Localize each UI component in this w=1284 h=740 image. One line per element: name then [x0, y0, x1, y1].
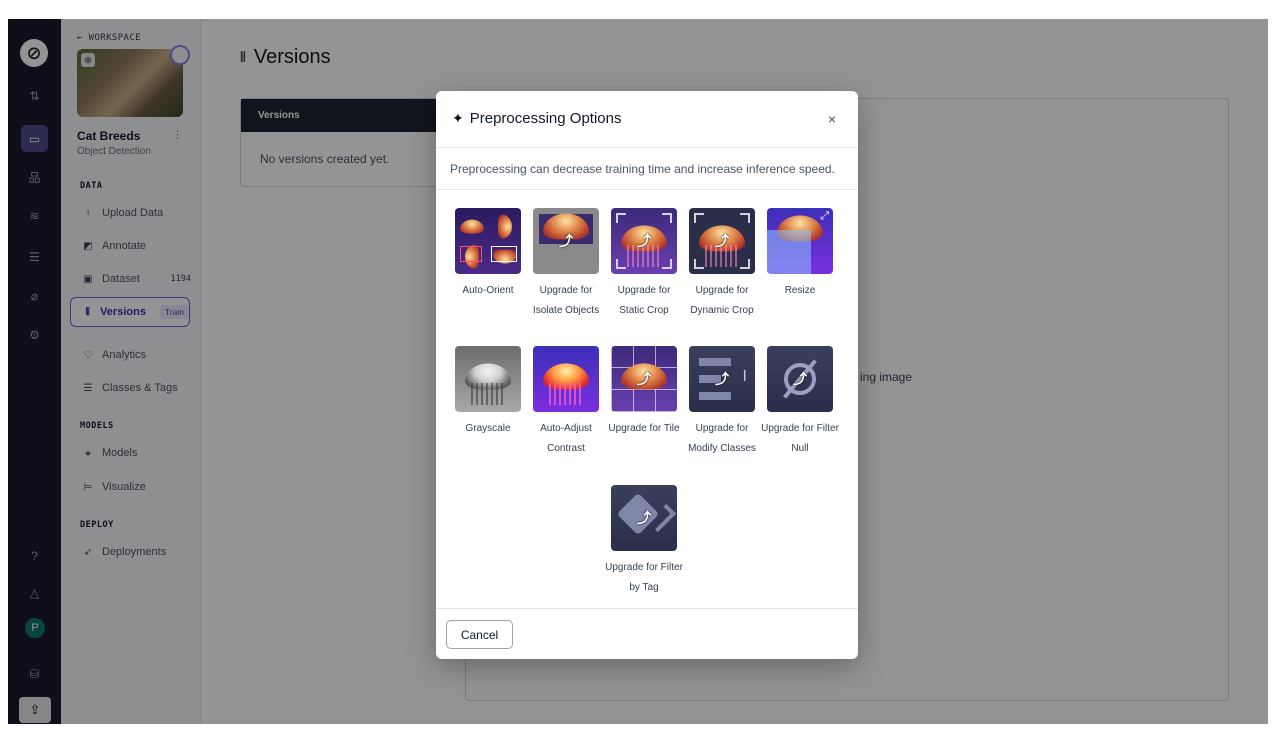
- option-modify-classes[interactable]: I ⤴ Upgrade for Modify Classes: [683, 346, 761, 459]
- tile-thumbnail: ⤴: [611, 346, 677, 412]
- option-label: Upgrade for Isolate Objects: [532, 285, 600, 316]
- crop-corner: [616, 213, 626, 223]
- option-filter-null[interactable]: ⤴ Upgrade for Filter Null: [761, 346, 839, 459]
- modal-header: ✦ Preprocessing Options ×: [436, 91, 858, 148]
- crop-corner: [740, 213, 750, 223]
- upgrade-arrow-icon: ⤴: [637, 233, 651, 249]
- jellyfish-tentacles: [471, 382, 505, 405]
- magic-wand-icon: ✦: [452, 110, 464, 126]
- jellyfish-tentacles: [549, 382, 583, 405]
- crop-corner: [740, 259, 750, 269]
- upgrade-arrow-icon: ⤴: [793, 371, 807, 387]
- option-label: Upgrade for Static Crop: [617, 285, 671, 316]
- modal-footer: Cancel: [436, 608, 858, 659]
- option-tile[interactable]: ⤴ Upgrade for Tile: [605, 346, 683, 439]
- resize-region: [767, 230, 811, 274]
- resize-thumbnail: ⤢: [767, 208, 833, 274]
- option-label: Grayscale: [465, 423, 511, 434]
- static-crop-thumbnail: ⤴: [611, 208, 677, 274]
- option-isolate-objects[interactable]: ⤴ Upgrade for Isolate Objects: [527, 208, 605, 321]
- option-label: Upgrade for Tile: [608, 423, 680, 434]
- option-grayscale[interactable]: Grayscale: [449, 346, 527, 439]
- modal-title-text: Preprocessing Options: [469, 110, 622, 127]
- app-frame: ⊘ ⇅ ▭ 品 ≋ ☰ ⌀ ⚙ ? △ P ⛁ ⇪ ← WORKSPACE ⊕ …: [8, 19, 1268, 724]
- dynamic-crop-thumbnail: ⤴: [689, 208, 755, 274]
- upgrade-arrow-icon: ⤴: [637, 371, 651, 387]
- text-cursor-icon: I: [742, 368, 747, 385]
- option-label: Auto-Adjust Contrast: [540, 423, 592, 454]
- close-icon[interactable]: ×: [822, 109, 842, 129]
- option-auto-adjust-contrast[interactable]: Auto-Adjust Contrast: [527, 346, 605, 459]
- option-resize[interactable]: ⤢ Resize: [761, 208, 839, 301]
- isolate-objects-thumbnail: ⤴: [533, 208, 599, 274]
- expand-icon: ⤢: [820, 210, 829, 222]
- option-label: Auto-Orient: [462, 285, 514, 296]
- modal-title: ✦ Preprocessing Options: [452, 110, 621, 127]
- crop-corner: [694, 259, 704, 269]
- class-bar: [699, 358, 731, 366]
- modal-description: Preprocessing can decrease training time…: [436, 148, 858, 190]
- bbox-marker: [460, 246, 482, 262]
- upgrade-arrow-icon: ⤴: [715, 371, 729, 387]
- option-label: Upgrade for Dynamic Crop: [690, 285, 754, 316]
- option-static-crop[interactable]: ⤴ Upgrade for Static Crop: [605, 208, 683, 321]
- crop-corner: [662, 259, 672, 269]
- cancel-button[interactable]: Cancel: [446, 620, 513, 649]
- option-label: Upgrade for Modify Classes: [688, 423, 756, 454]
- crop-corner: [662, 213, 672, 223]
- contrast-thumbnail: [533, 346, 599, 412]
- preprocessing-options-modal: ✦ Preprocessing Options × Preprocessing …: [436, 91, 858, 659]
- auto-orient-thumbnail: [455, 208, 521, 274]
- filter-by-tag-thumbnail: ⤴: [611, 485, 677, 551]
- class-bar: [699, 392, 731, 400]
- option-label: Upgrade for Filter by Tag: [605, 562, 683, 593]
- upgrade-arrow-icon: ⤴: [559, 233, 573, 249]
- crop-corner: [694, 213, 704, 223]
- modify-classes-thumbnail: I ⤴: [689, 346, 755, 412]
- option-filter-by-tag[interactable]: ⤴ Upgrade for Filter by Tag: [605, 485, 683, 598]
- option-label: Resize: [784, 285, 816, 296]
- filter-null-thumbnail: ⤴: [767, 346, 833, 412]
- jellyfish-image: [497, 214, 512, 239]
- option-label: Upgrade for Filter Null: [761, 423, 839, 454]
- jellyfish-image: [459, 219, 484, 234]
- grayscale-thumbnail: [455, 346, 521, 412]
- bbox-marker: [491, 246, 517, 262]
- option-dynamic-crop[interactable]: ⤴ Upgrade for Dynamic Crop: [683, 208, 761, 321]
- crop-corner: [616, 259, 626, 269]
- option-auto-orient[interactable]: Auto-Orient: [449, 208, 527, 301]
- upgrade-arrow-icon: ⤴: [715, 233, 729, 249]
- upgrade-arrow-icon: ⤴: [637, 510, 651, 526]
